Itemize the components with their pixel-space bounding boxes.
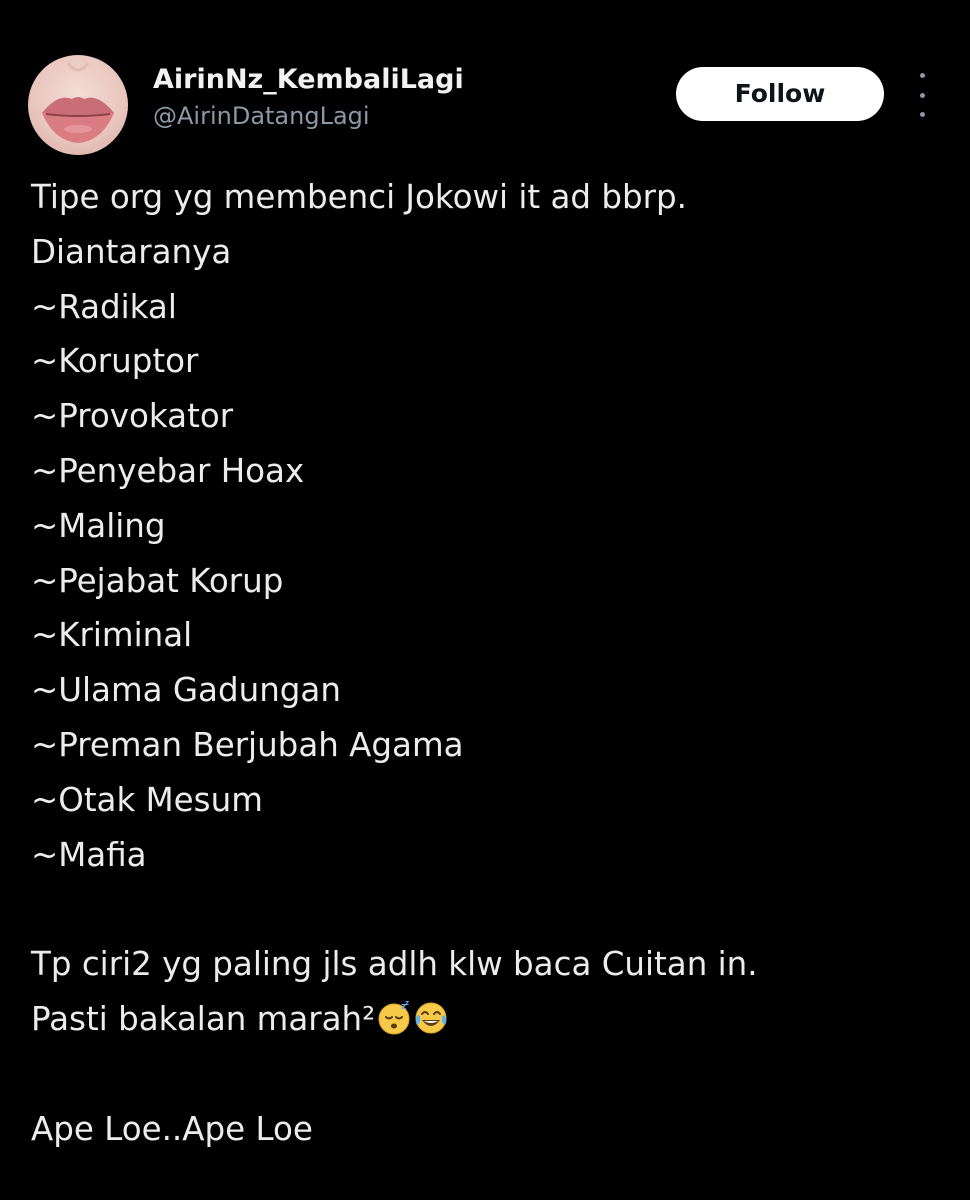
svg-text:z: z <box>405 1001 409 1007</box>
tweet-card: AirinNz_KembaliLagi @AirinDatangLagi Fol… <box>0 0 970 1200</box>
user-names: AirinNz_KembaliLagi @AirinDatangLagi <box>153 62 464 134</box>
tweet-header: AirinNz_KembaliLagi @AirinDatangLagi Fol… <box>28 55 942 155</box>
list-item: ~Maling <box>31 506 166 545</box>
follow-button[interactable]: Follow <box>676 67 884 121</box>
display-name[interactable]: AirinNz_KembaliLagi <box>153 62 464 98</box>
list-item: ~Penyebar Hoax <box>31 451 305 490</box>
text-line: Tipe org yg membenci Jokowi it ad bbrp. <box>31 178 687 216</box>
text-segment: Pasti bakalan marah² <box>31 999 376 1038</box>
list-item: ~Radikal <box>31 287 177 326</box>
list-item: ~Preman Berjubah Agama <box>31 725 464 764</box>
tears-of-joy-emoji <box>413 997 449 1052</box>
list-item: ~Pejabat Korup <box>31 561 284 600</box>
list-item: ~Mafia <box>31 835 147 874</box>
text-line-with-emoji: Pasti bakalan marah² z z <box>31 992 941 1047</box>
tweet-text: Tipe org yg membenci Jokowi it ad bbrp. … <box>31 170 941 1156</box>
list-item: ~Provokator <box>31 397 234 436</box>
list-item: ~Koruptor <box>31 342 199 381</box>
dot <box>919 112 925 117</box>
user-handle[interactable]: @AirinDatangLagi <box>153 98 464 134</box>
text-line: Diantaranya <box>31 232 232 271</box>
list-item: ~Otak Mesum <box>31 780 263 819</box>
list-item: ~Ulama Gadungan <box>31 671 341 710</box>
sleeping-face-emoji: z z <box>377 997 411 1052</box>
lips-icon <box>42 62 114 143</box>
text-line: Tp ciri2 yg paling jls adlh klw baca Cui… <box>31 945 758 984</box>
avatar[interactable] <box>28 55 128 155</box>
dot <box>919 73 925 78</box>
text-line: Ape Loe..Ape Loe <box>31 1109 313 1148</box>
more-vertical-icon[interactable] <box>910 73 934 117</box>
list-item: ~Kriminal <box>31 616 193 655</box>
dot <box>919 92 925 98</box>
